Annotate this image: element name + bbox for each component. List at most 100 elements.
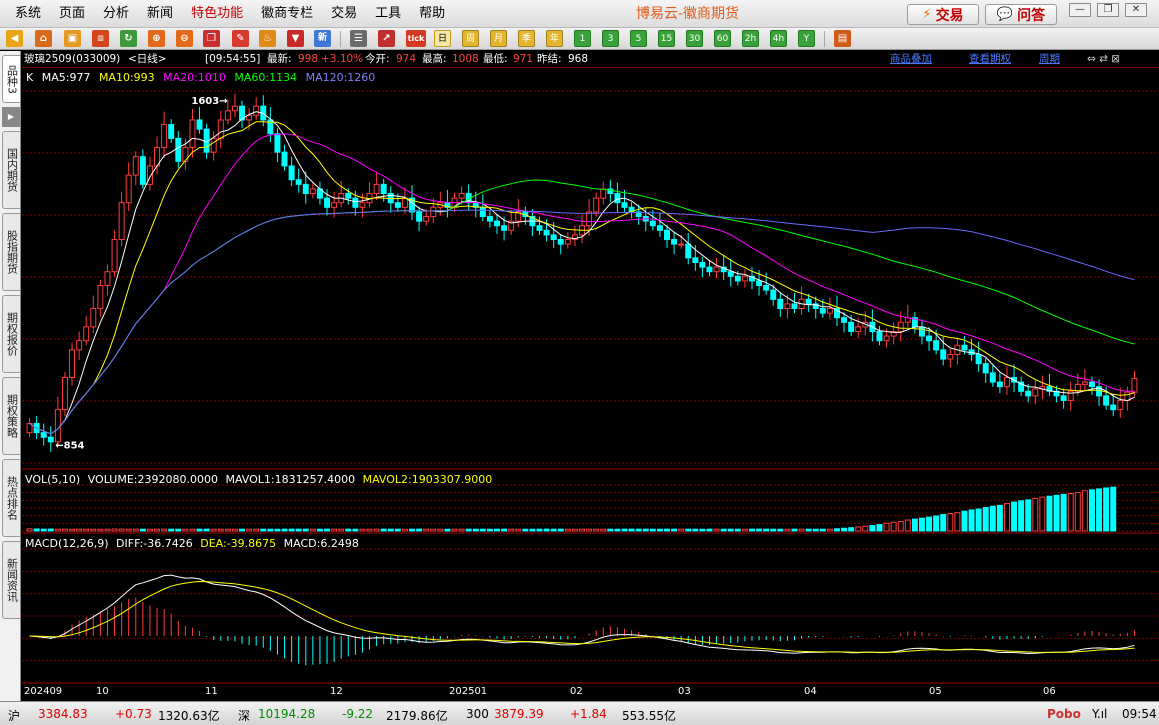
back-arrow-icon[interactable]: ◀ [6,30,23,47]
volume-bar [444,528,451,532]
period-3min[interactable]: 3 [602,30,619,47]
candle-up [564,239,571,245]
overlay-commodity-link[interactable]: 商品叠加 [890,51,932,68]
candle-down [989,372,996,383]
pencil-icon[interactable]: ✎ [232,30,249,47]
volume-bar [281,528,288,532]
candle-up [189,119,196,149]
menu-item-tools[interactable]: 工具 [366,0,410,28]
tick-icon[interactable]: tick [406,30,426,47]
windows-icon[interactable]: ❐ [203,30,220,47]
tab-hot-ranking[interactable]: 热点排名 [2,459,20,537]
expand-arrow-icon[interactable]: ▶ [2,107,20,127]
symbol-code: (033009) [72,53,121,65]
tab-domestic-futures[interactable]: 国内期货 [2,131,20,209]
period-week[interactable]: 周 [462,30,479,47]
volume-bar [692,528,699,532]
menu-item-help[interactable]: 帮助 [410,0,454,28]
candle-down [734,275,741,282]
menu-item-system[interactable]: 系统 [6,0,50,28]
date-tick: 05 [929,686,942,697]
tick-chart-icon[interactable]: ▥ [92,30,109,47]
list-icon[interactable]: ▤ [834,30,851,47]
volume-bar [458,528,465,532]
candle-up [331,202,338,208]
period-day[interactable]: 日 [434,30,451,47]
period-5min[interactable]: 5 [630,30,647,47]
candle-down [975,353,982,365]
candle-up [253,105,260,116]
menu-item-features[interactable]: 特色功能 [182,0,252,28]
trend-icon[interactable]: ↗ [378,30,395,47]
volume-bar [479,528,486,532]
ma20-line [29,133,1135,435]
maximize-icon[interactable]: ❐ [1097,3,1119,17]
volume-bar [1011,501,1018,532]
period-30min[interactable]: 30 [686,30,703,47]
zoom-out-icon[interactable]: ⊖ [176,30,193,47]
bell-icon[interactable]: ♨ [259,30,276,47]
tab-variety[interactable]: 品种3 [2,55,20,103]
clock: 09:54 [1122,707,1157,721]
volume-bar [911,518,918,532]
cube-icon[interactable]: ▣ [64,30,81,47]
menu-item-column[interactable]: 徽商专栏 [252,0,322,28]
latest-price: 998 [298,53,319,65]
candle-down [1110,404,1117,411]
volume-bar [564,528,571,532]
volume-bar [260,528,267,532]
status-bar: 沪 3384.83 +0.73 1320.63亿 深 10194.28 -9.2… [0,701,1159,725]
menu-item-analysis[interactable]: 分析 [94,0,138,28]
volume-bar [331,528,338,532]
candle-up [373,183,380,195]
period-year[interactable]: 年 [546,30,563,47]
volume-bar [642,528,649,532]
sz-label: 深 [238,709,251,723]
kline-chart[interactable]: 1603→ ←854 [22,51,1159,701]
volume-bar [812,528,819,532]
news-icon[interactable]: 新 [314,30,331,47]
period-15min[interactable]: 15 [658,30,675,47]
home-icon[interactable]: ⌂ [35,30,52,47]
period-month[interactable]: 月 [490,30,507,47]
filter-icon[interactable]: ▼ [287,30,304,47]
low-label: 最低: [483,53,508,65]
view-options-link[interactable]: 查看期权 [969,51,1011,68]
refresh-icon[interactable]: ↻ [120,30,137,47]
table-icon[interactable]: ☰ [350,30,367,47]
tab-option-quotes[interactable]: 期权报价 [2,295,20,373]
volume-bar [1067,492,1074,532]
candle-down [40,432,47,438]
menu-item-trade[interactable]: 交易 [322,0,366,28]
minimize-icon[interactable]: — [1069,3,1091,17]
period-1min[interactable]: 1 [574,30,591,47]
chart-area[interactable]: 1603→ ←854 玻璃2509 (033009) <日线> [09:54:55… [22,51,1159,701]
volume-value: VOLUME:2392080.0000 [87,473,218,486]
period-4h[interactable]: 4h [770,30,787,47]
zoom-in-icon[interactable]: ⊕ [148,30,165,47]
candle-up [76,340,83,351]
qa-button[interactable]: 💬 问答 [985,4,1057,25]
tab-option-strategy[interactable]: 期权策略 [2,377,20,455]
menu-item-page[interactable]: 页面 [50,0,94,28]
volume-bar [295,528,302,532]
period-custom[interactable]: Y [798,30,815,47]
volume-bar [210,528,217,532]
vol-title: VOL(5,10) [25,473,81,486]
tab-index-futures[interactable]: 股指期货 [2,213,20,291]
volume-bar [699,528,706,532]
period-60min[interactable]: 60 [714,30,731,47]
volume-bar [515,528,522,532]
candle-down [557,239,564,245]
window-layout-icons[interactable]: ⇔ ⇄ ⊠ [1087,51,1120,68]
trade-button[interactable]: ⚡ 交易 [907,4,979,25]
period-quarter[interactable]: 季 [518,30,535,47]
tab-news[interactable]: 新闻资讯 [2,541,20,619]
period-link[interactable]: 周期 [1039,51,1060,68]
close-icon[interactable]: ✕ [1125,3,1147,17]
open-price: 974 [396,53,417,65]
menu-item-news[interactable]: 新闻 [138,0,182,28]
candle-down [168,124,175,139]
sz-change: -9.22 [342,707,374,721]
period-2h[interactable]: 2h [742,30,759,47]
